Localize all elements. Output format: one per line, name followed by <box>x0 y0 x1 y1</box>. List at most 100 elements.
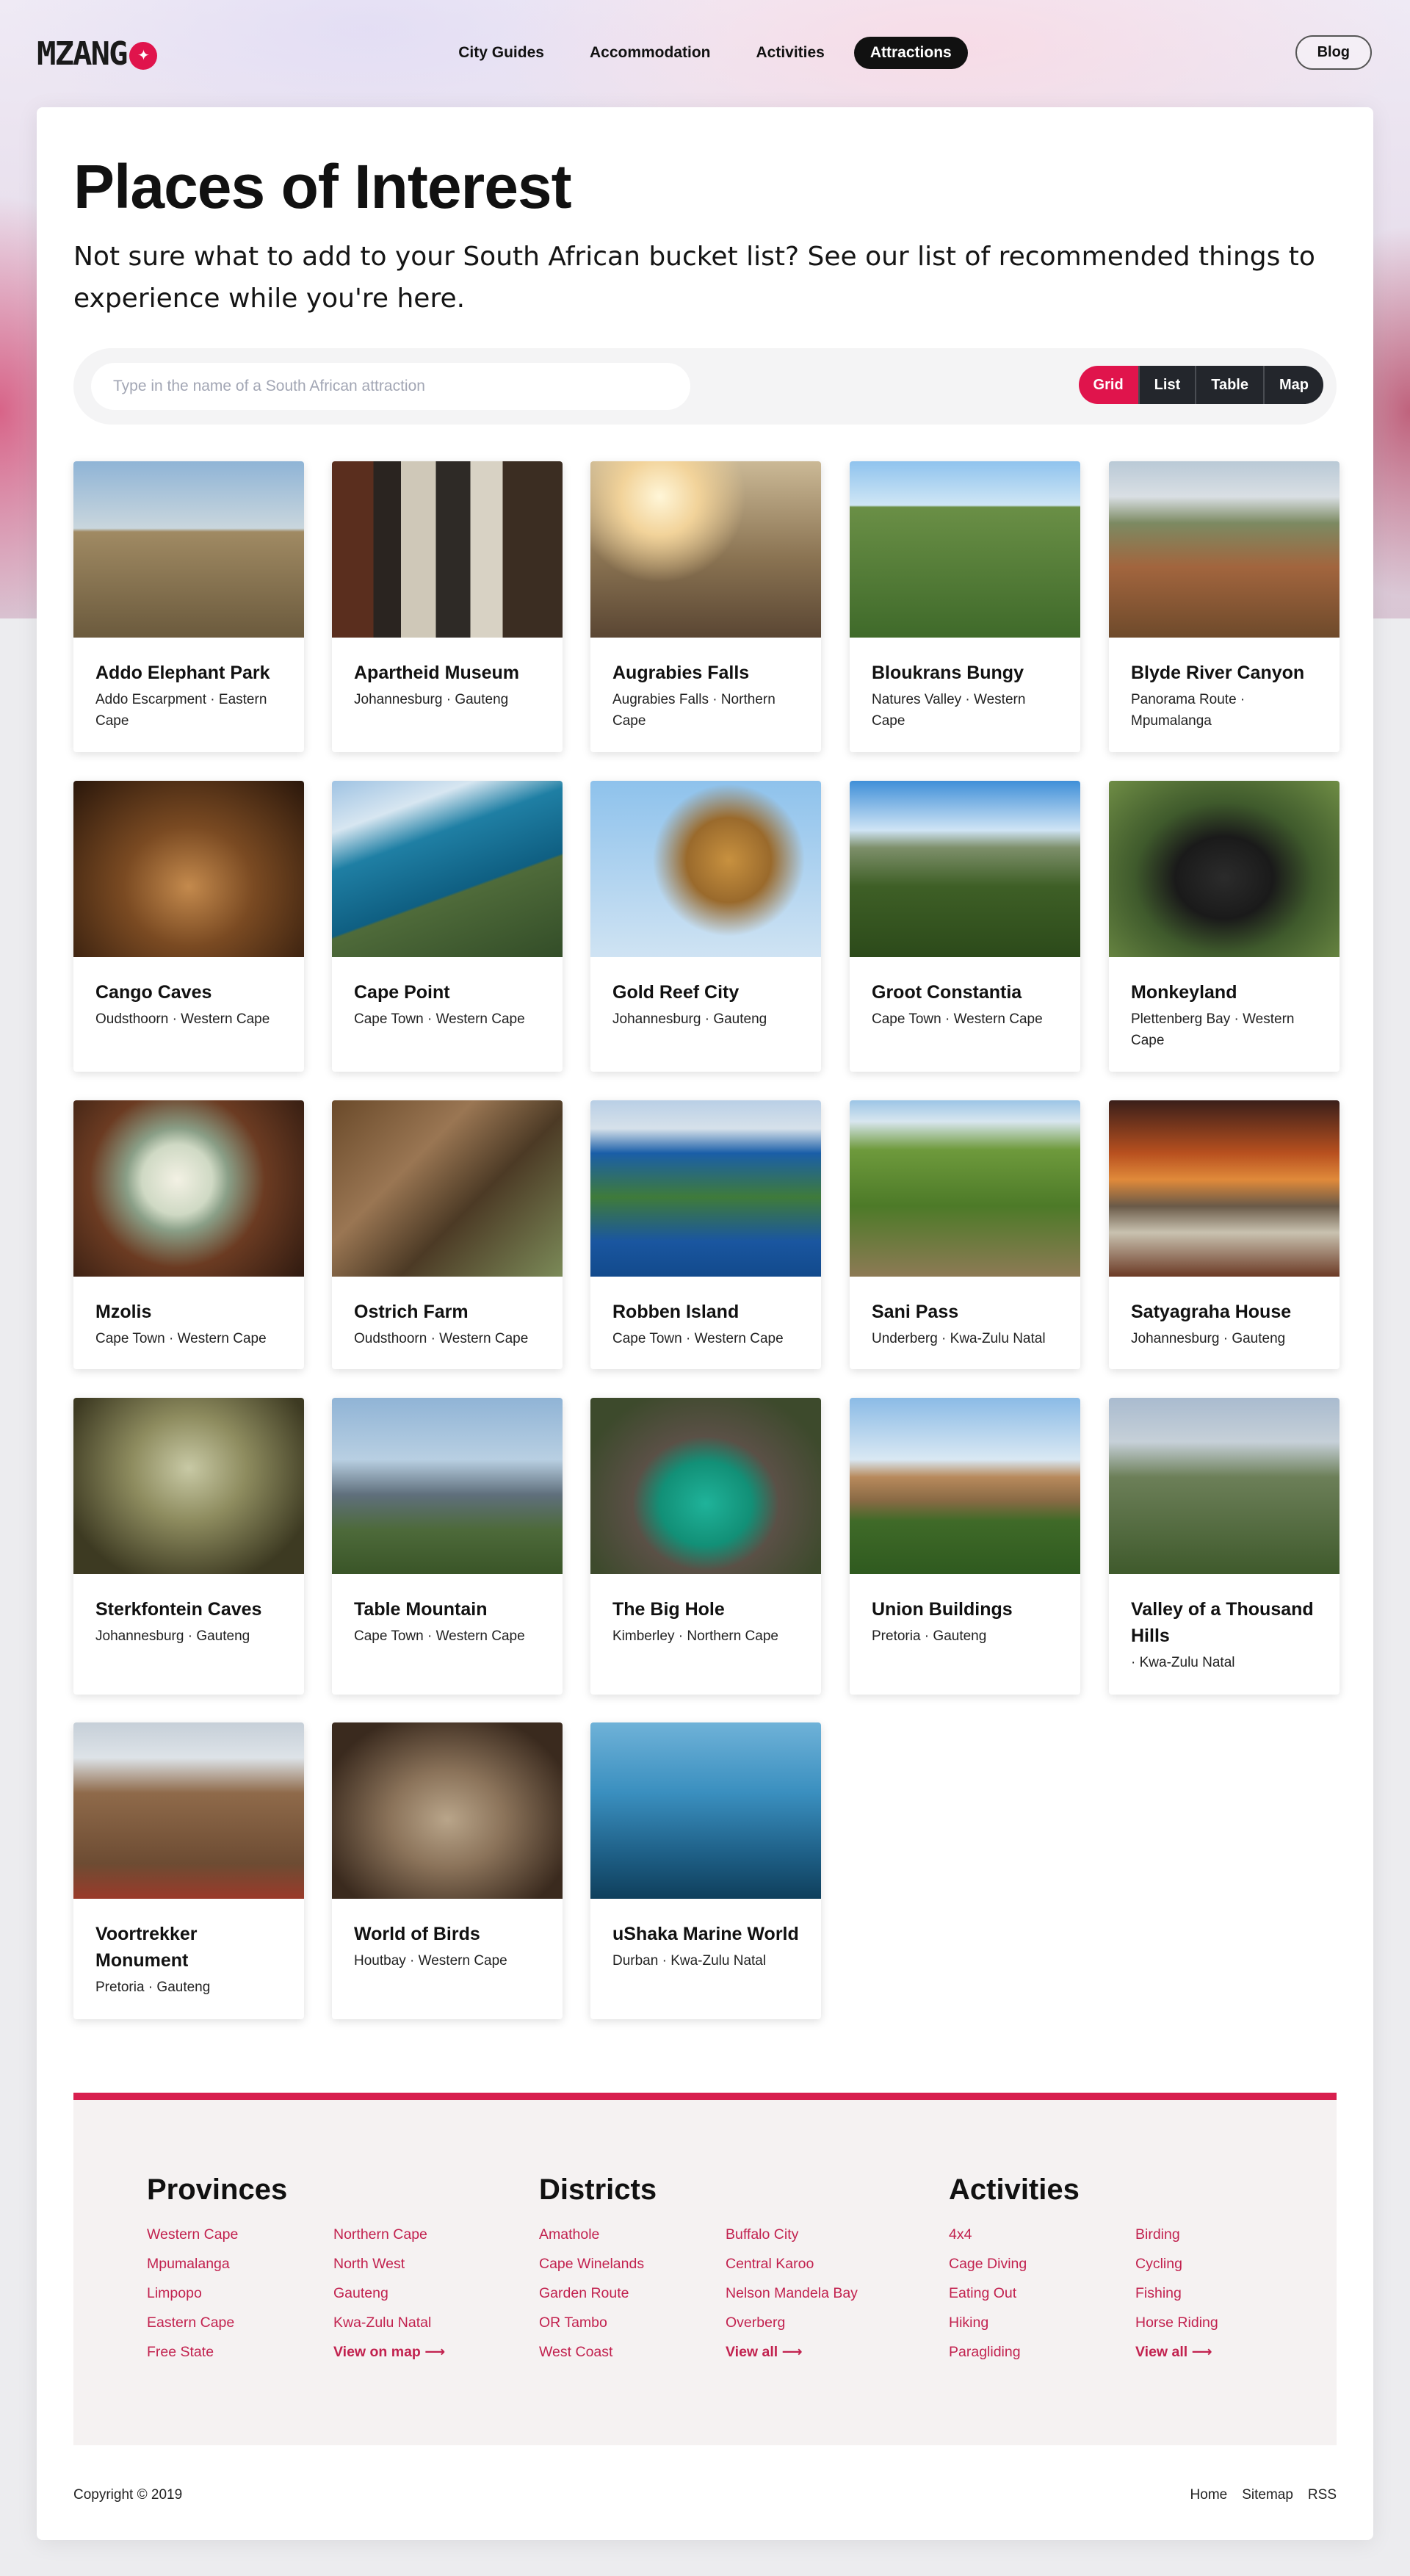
attraction-card[interactable]: Sani Pass Underberg · Kwa-Zulu Natal <box>850 1100 1080 1369</box>
footer-link[interactable]: Paragliding <box>949 2342 1135 2362</box>
footer-link[interactable]: Horse Riding <box>1135 2312 1282 2333</box>
attraction-card[interactable]: Robben Island Cape Town · Western Cape <box>590 1100 821 1369</box>
attraction-name[interactable]: Apartheid Museum <box>354 660 540 686</box>
attraction-photo[interactable] <box>590 1722 821 1899</box>
attraction-card[interactable]: Valley of a Thousand Hills · Kwa-Zulu Nat… <box>1109 1398 1340 1695</box>
attraction-card[interactable]: Satyagraha House Johannesburg · Gauteng <box>1109 1100 1340 1369</box>
attraction-name[interactable]: Gold Reef City <box>612 979 799 1006</box>
attraction-name[interactable]: uShaka Marine World <box>612 1921 799 1947</box>
attraction-name[interactable]: Monkeyland <box>1131 979 1317 1006</box>
attraction-card[interactable]: Cape Point Cape Town · Western Cape <box>332 781 563 1072</box>
attraction-name[interactable]: Satyagraha House <box>1131 1299 1317 1325</box>
attraction-search-input[interactable] <box>91 363 690 410</box>
attraction-name[interactable]: World of Birds <box>354 1921 540 1947</box>
attraction-photo[interactable] <box>332 781 563 957</box>
footer-sitemap-link[interactable]: Sitemap <box>1242 2487 1293 2503</box>
attraction-name[interactable]: Cape Point <box>354 979 540 1006</box>
attraction-photo[interactable] <box>73 1100 304 1277</box>
footer-link[interactable]: Free State <box>147 2342 333 2362</box>
attraction-card[interactable]: Voortrekker Monument Pretoria · Gauteng <box>73 1722 304 2019</box>
attraction-card[interactable]: Apartheid Museum Johannesburg · Gauteng <box>332 461 563 752</box>
attraction-photo[interactable] <box>850 1398 1080 1574</box>
footer-link[interactable]: Western Cape <box>147 2224 333 2245</box>
attraction-card[interactable]: Ostrich Farm Oudsthoorn · Western Cape <box>332 1100 563 1369</box>
attraction-photo[interactable] <box>590 1398 821 1574</box>
footer-home-link[interactable]: Home <box>1190 2487 1228 2503</box>
attraction-name[interactable]: Cango Caves <box>95 979 282 1006</box>
attraction-card[interactable]: The Big Hole Kimberley · Northern Cape <box>590 1398 821 1695</box>
footer-link[interactable]: OR Tambo <box>539 2312 726 2333</box>
attraction-photo[interactable] <box>1109 781 1340 957</box>
footer-link[interactable]: 4x4 <box>949 2224 1135 2245</box>
attraction-card[interactable]: Sterkfontein Caves Johannesburg · Gauteng <box>73 1398 304 1695</box>
nav-activities[interactable]: Activities <box>740 37 840 69</box>
view-map-button[interactable]: Map <box>1263 366 1323 404</box>
footer-link[interactable]: Fishing <box>1135 2283 1282 2303</box>
footer-link[interactable]: Garden Route <box>539 2283 726 2303</box>
attraction-photo[interactable] <box>332 1722 563 1899</box>
attraction-card[interactable]: Groot Constantia Cape Town · Western Cape <box>850 781 1080 1072</box>
footer-link[interactable]: Overberg <box>726 2312 872 2333</box>
footer-link[interactable]: Northern Cape <box>333 2224 480 2245</box>
footer-link[interactable]: Limpopo <box>147 2283 333 2303</box>
blog-button[interactable]: Blog <box>1295 35 1372 70</box>
nav-city-guides[interactable]: City Guides <box>442 37 560 69</box>
attraction-name[interactable]: Sani Pass <box>872 1299 1058 1325</box>
attraction-photo[interactable] <box>73 461 304 638</box>
attraction-card[interactable]: Mzolis Cape Town · Western Cape <box>73 1100 304 1369</box>
attraction-photo[interactable] <box>1109 461 1340 638</box>
footer-link[interactable]: Cape Winelands <box>539 2254 726 2274</box>
attraction-card[interactable]: uShaka Marine World Durban · Kwa-Zulu Nat… <box>590 1722 821 2019</box>
attraction-name[interactable]: Ostrich Farm <box>354 1299 540 1325</box>
attraction-photo[interactable] <box>73 1722 304 1899</box>
attraction-card[interactable]: Gold Reef City Johannesburg · Gauteng <box>590 781 821 1072</box>
footer-link[interactable]: Nelson Mandela Bay <box>726 2283 872 2303</box>
attraction-card[interactable]: Monkeyland Plettenberg Bay · Western Cape <box>1109 781 1340 1072</box>
footer-view-all-link[interactable]: View on map ⟶ <box>333 2342 480 2362</box>
attraction-card[interactable]: World of Birds Houtbay · Western Cape <box>332 1722 563 2019</box>
footer-link[interactable]: Cycling <box>1135 2254 1282 2274</box>
footer-view-all-link[interactable]: View all ⟶ <box>726 2342 872 2362</box>
attraction-photo[interactable] <box>850 1100 1080 1277</box>
attraction-name[interactable]: Mzolis <box>95 1299 282 1325</box>
nav-accommodation[interactable]: Accommodation <box>574 37 727 69</box>
attraction-photo[interactable] <box>590 1100 821 1277</box>
footer-link[interactable]: Kwa-Zulu Natal <box>333 2312 480 2333</box>
view-grid-button[interactable]: Grid <box>1078 366 1138 404</box>
attraction-photo[interactable] <box>73 1398 304 1574</box>
attraction-photo[interactable] <box>850 461 1080 638</box>
attraction-name[interactable]: Union Buildings <box>872 1596 1058 1623</box>
nav-attractions[interactable]: Attractions <box>853 37 968 69</box>
attraction-photo[interactable] <box>73 781 304 957</box>
footer-link[interactable]: Hiking <box>949 2312 1135 2333</box>
attraction-card[interactable]: Cango Caves Oudsthoorn · Western Cape <box>73 781 304 1072</box>
attraction-name[interactable]: Robben Island <box>612 1299 799 1325</box>
footer-link[interactable]: North West <box>333 2254 480 2274</box>
attraction-name[interactable]: Groot Constantia <box>872 979 1058 1006</box>
attraction-name[interactable]: Blyde River Canyon <box>1131 660 1317 686</box>
view-list-button[interactable]: List <box>1138 366 1196 404</box>
attraction-name[interactable]: Table Mountain <box>354 1596 540 1623</box>
attraction-name[interactable]: The Big Hole <box>612 1596 799 1623</box>
attraction-card[interactable]: Blyde River Canyon Panorama Route · Mpuma… <box>1109 461 1340 752</box>
attraction-name[interactable]: Bloukrans Bungy <box>872 660 1058 686</box>
attraction-name[interactable]: Sterkfontein Caves <box>95 1596 282 1623</box>
attraction-card[interactable]: Union Buildings Pretoria · Gauteng <box>850 1398 1080 1695</box>
footer-rss-link[interactable]: RSS <box>1308 2487 1337 2503</box>
attraction-name[interactable]: Addo Elephant Park <box>95 660 282 686</box>
attraction-photo[interactable] <box>332 1100 563 1277</box>
view-table-button[interactable]: Table <box>1195 366 1263 404</box>
attraction-name[interactable]: Valley of a Thousand Hills <box>1131 1596 1317 1649</box>
attraction-card[interactable]: Bloukrans Bungy Natures Valley · Western … <box>850 461 1080 752</box>
attraction-photo[interactable] <box>590 461 821 638</box>
attraction-photo[interactable] <box>1109 1398 1340 1574</box>
attraction-card[interactable]: Addo Elephant Park Addo Escarpment · East… <box>73 461 304 752</box>
footer-link[interactable]: Eastern Cape <box>147 2312 333 2333</box>
attraction-photo[interactable] <box>332 461 563 638</box>
footer-link[interactable]: Cage Diving <box>949 2254 1135 2274</box>
footer-link[interactable]: Eating Out <box>949 2283 1135 2303</box>
footer-link[interactable]: Buffalo City <box>726 2224 872 2245</box>
attraction-photo[interactable] <box>1109 1100 1340 1277</box>
footer-link[interactable]: Amathole <box>539 2224 726 2245</box>
attraction-name[interactable]: Voortrekker Monument <box>95 1921 282 1974</box>
